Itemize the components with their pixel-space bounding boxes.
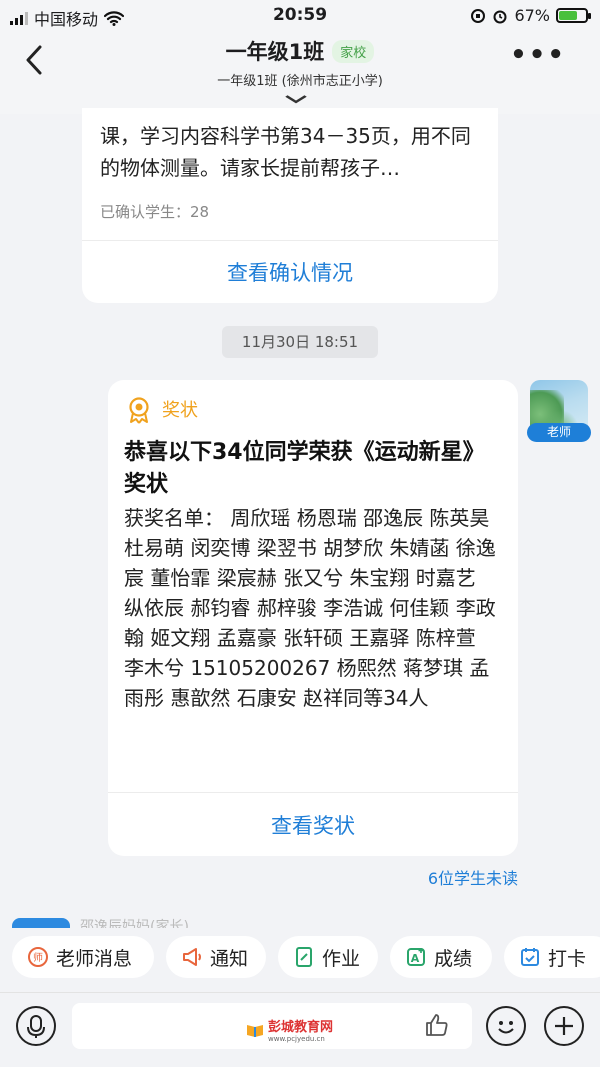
quick-action-grades[interactable]: A 成绩 [390, 936, 492, 978]
watermark-url: www.pcjyedu.cn [268, 1035, 325, 1043]
battery-icon [556, 8, 591, 23]
view-award-link[interactable]: 查看奖状 [108, 810, 518, 840]
emoji-icon[interactable] [486, 1006, 526, 1046]
chat-title: 一年级1班 [225, 40, 325, 64]
divider [82, 240, 498, 241]
nav-bar: 一年级1班 家校 一年级1班 (徐州市志正小学) ••• [0, 30, 600, 114]
award-title: 恭喜以下34位同学荣获《运动新星》奖状 [124, 440, 485, 497]
teacher-role-badge: 老师 [527, 423, 591, 442]
battery-percent: 67% [514, 6, 550, 25]
checkin-icon [518, 945, 542, 969]
grades-icon: A [404, 945, 428, 969]
voice-icon[interactable] [16, 1006, 56, 1046]
teacher-message-icon: 师 [26, 945, 50, 969]
orientation-lock-icon [471, 8, 486, 23]
quick-action-checkin[interactable]: 打卡 [504, 936, 600, 978]
home-school-tag: 家校 [332, 39, 375, 63]
quick-action-label: 成绩 [434, 947, 473, 970]
award-ribbon-icon [126, 396, 152, 428]
homework-icon [292, 945, 316, 969]
quick-action-label: 通知 [210, 947, 249, 970]
plus-icon[interactable] [544, 1006, 584, 1046]
quick-action-teacher-message[interactable]: 师 老师消息 [12, 936, 154, 978]
quick-action-notice[interactable]: 通知 [166, 936, 266, 978]
winner-list: 获奖名单： 周欣瑶 杨恩瑞 邵逸辰 陈英昊 杜易萌 闵奕博 梁翌书 胡梦欣 朱婧… [124, 506, 496, 710]
message-timestamp: 11月30日 18:51 [222, 326, 378, 358]
megaphone-icon [180, 945, 204, 969]
more-options-icon[interactable]: ••• [510, 40, 566, 70]
quick-action-homework[interactable]: 作业 [278, 936, 378, 978]
chevron-down-icon[interactable] [285, 92, 307, 108]
watermark-text: 彭城教育网 [268, 1020, 334, 1035]
svg-text:A: A [411, 952, 420, 965]
unread-students-link[interactable]: 6位学生未读 [428, 865, 518, 889]
notice-text: 课，学习内容科学书第34－35页，用不同的物体测量。请家长提前帮孩子… [100, 124, 471, 180]
award-type-label: 奖状 [162, 400, 198, 421]
thumbs-up-icon[interactable] [424, 1012, 450, 1044]
divider [108, 792, 518, 793]
view-confirmation-link[interactable]: 查看确认情况 [82, 257, 498, 287]
quick-action-label: 打卡 [548, 947, 587, 970]
watermark-logo: 彭城教育网 www.pcjyedu.cn [246, 1016, 333, 1043]
status-right: 67% [470, 6, 591, 25]
svg-text:师: 师 [33, 951, 43, 964]
chat-subtitle: 一年级1班 (徐州市志正小学) [217, 74, 383, 89]
quick-action-label: 作业 [322, 947, 361, 970]
confirmed-count: 已确认学生：28 [100, 203, 210, 221]
alarm-icon [493, 10, 507, 23]
quick-action-label: 老师消息 [56, 947, 133, 970]
